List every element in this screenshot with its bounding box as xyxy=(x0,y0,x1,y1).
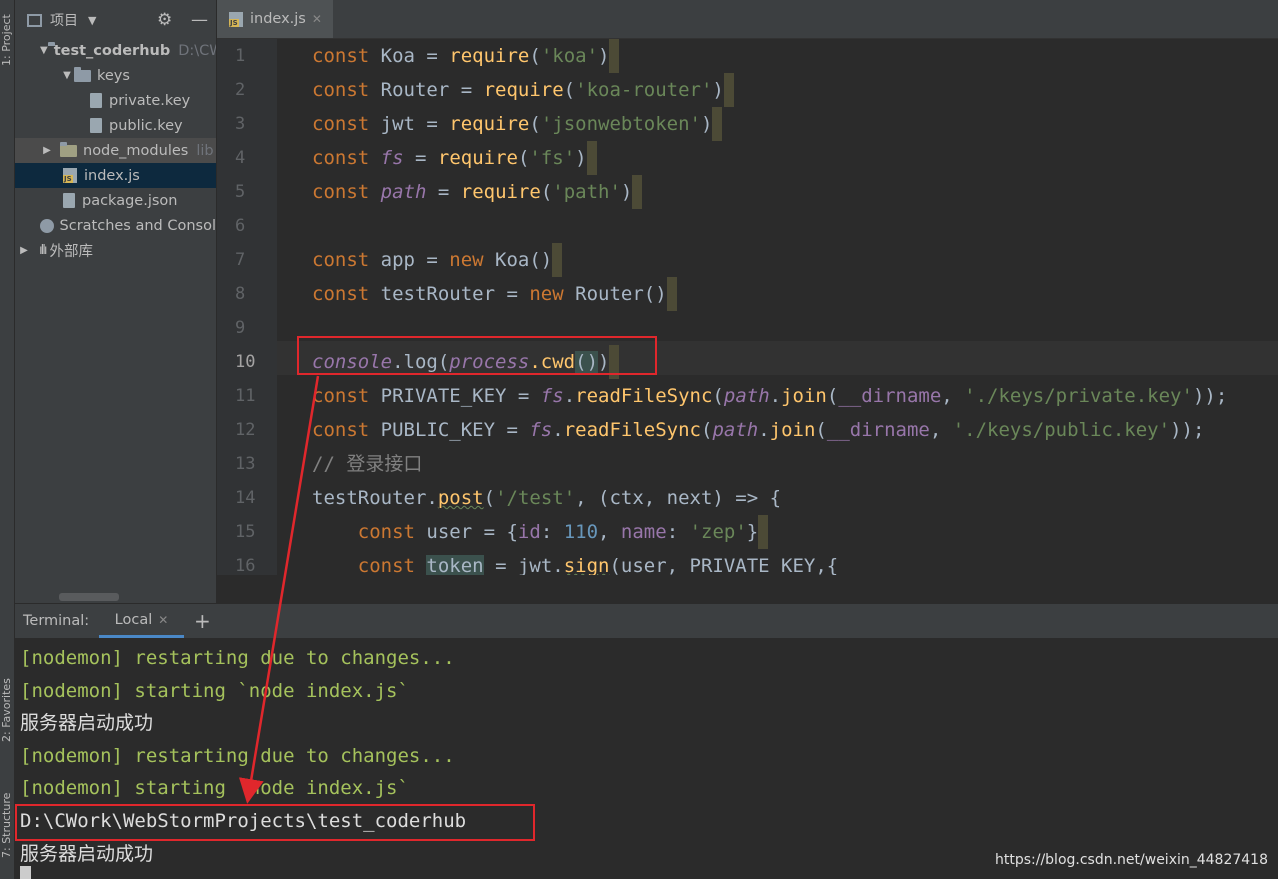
annotation-arrow xyxy=(238,375,320,804)
